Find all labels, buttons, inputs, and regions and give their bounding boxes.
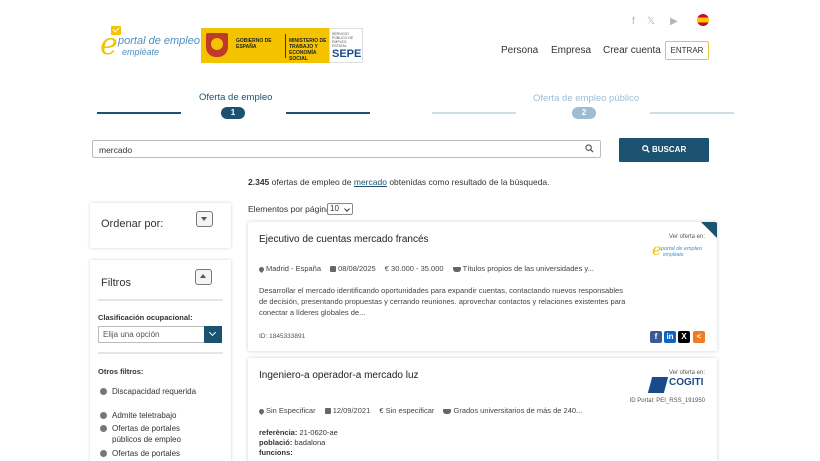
location-pin-icon (257, 407, 266, 416)
location-pin-icon (257, 265, 266, 274)
offer-detail-line: referència: 21-0620-ae (259, 428, 338, 437)
keyword-link[interactable]: mercado (354, 177, 387, 187)
calendar-icon (324, 408, 331, 414)
portal-empleo-logo[interactable]: e portal de empleo empléate (100, 26, 200, 62)
cogiti-logo[interactable]: COGITI (647, 377, 706, 395)
search-input[interactable] (99, 143, 569, 156)
ver-oferta-label: Ver oferta en: (668, 370, 705, 376)
chevron-down-icon (204, 326, 222, 343)
other-filters-label: Otros filtros: (98, 367, 144, 376)
offer-id: ID: 1845333891 (259, 333, 306, 340)
gov-logo-text: GOBIERNO DE ESPAÑA (236, 38, 272, 50)
sepe-logo-small-text: SERVICIO PÚBLICO DE EMPLEO ESTATAL (332, 32, 354, 48)
portal-id: ID Portal: PEI_RSS_191950 (629, 398, 705, 404)
offer-meta: Sin Especificar 12/09/2021 € Sin especif… (257, 406, 582, 416)
filter-portales[interactable]: Ofertas de portales (100, 448, 210, 459)
facebook-icon[interactable]: f (632, 16, 635, 27)
per-page-label: Elementos por página (248, 204, 331, 214)
youtube-icon[interactable]: ▶ (670, 16, 678, 27)
result-count: 2.345 (248, 177, 270, 187)
offer-title[interactable]: Ejecutivo de cuentas mercado francés (259, 234, 429, 245)
logo-title: portal de empleo (118, 35, 200, 47)
sort-title: Ordenar por: (101, 218, 164, 230)
coat-of-arms-icon (206, 33, 228, 57)
filter-discapacidad[interactable]: Discapacidad requerida (100, 386, 210, 397)
spain-flag-icon[interactable] (697, 14, 709, 26)
radio-icon (100, 425, 107, 432)
site-header: e portal de empleo empléate GOBIERNO DE … (0, 0, 820, 82)
tab-number-badge: 2 (572, 107, 596, 119)
nav-persona[interactable]: Persona (501, 45, 538, 56)
nav-crear-cuenta[interactable]: Crear cuenta (603, 45, 661, 56)
filter-portales-publicos[interactable]: Ofertas de portales públicos de empleo (100, 423, 210, 445)
classification-select[interactable]: Elija una opción (98, 326, 222, 343)
ministry-logo-text: MINISTERIO DE TRABAJO Y ECONOMÍA SOCIAL (289, 38, 327, 62)
logo-subtitle: empléate (122, 47, 160, 57)
sepe-logo[interactable]: SERVICIO PÚBLICO DE EMPLEO ESTATAL SEPE (329, 28, 363, 63)
graduation-cap-icon (452, 267, 461, 272)
tab-label: Oferta de empleo público (533, 93, 640, 104)
tab-label: Oferta de empleo (199, 92, 273, 103)
classification-label: Clasificación ocupacional: (98, 313, 193, 322)
per-page-select[interactable]: 10 (327, 203, 353, 215)
offer-meta: Madrid - España 08/08/2025 € 30.000 - 35… (257, 264, 594, 274)
radio-icon (100, 450, 107, 457)
radio-icon (100, 412, 107, 419)
classification-placeholder: Elija una opción (103, 330, 160, 339)
offer-description: Desarrollar el mercado identificando opo… (259, 286, 626, 317)
search-box (92, 140, 601, 158)
cogiti-emblem-icon (647, 377, 669, 393)
logo-letter: e (100, 27, 118, 62)
filters-panel: Filtros Clasificación ocupacional: Elija… (90, 260, 231, 461)
buscar-button[interactable]: BUSCAR (619, 138, 709, 162)
offer-card[interactable]: Ingeniero-a operador-a mercado luz Sin E… (248, 358, 717, 461)
sepe-logo-text: SEPE (332, 48, 362, 60)
result-summary: 2.345 ofertas de empleo de mercado obten… (248, 177, 550, 187)
filters-toggle-button[interactable] (195, 269, 212, 285)
sort-toggle-button[interactable] (196, 211, 213, 227)
search-icon (641, 145, 650, 153)
x-twitter-icon[interactable]: 𝕏 (647, 16, 655, 27)
x-share-icon[interactable]: X (678, 331, 690, 343)
source-portal-logo[interactable]: e portal de empleo empléate (652, 240, 708, 260)
facebook-share-icon[interactable]: f (650, 331, 662, 343)
search-icon[interactable] (585, 144, 594, 153)
tab-number-badge: 1 (221, 107, 245, 119)
graduation-cap-icon (443, 409, 452, 414)
filter-teletrabajo[interactable]: Admite teletrabajo (100, 410, 210, 421)
linkedin-share-icon[interactable]: in (664, 331, 676, 343)
radio-icon (100, 388, 107, 395)
entrar-button[interactable]: ENTRAR (665, 41, 709, 60)
offer-title[interactable]: Ingeniero-a operador-a mercado luz (259, 370, 419, 381)
gobierno-logo[interactable]: GOBIERNO DE ESPAÑA MINISTERIO DE TRABAJO… (201, 28, 329, 63)
offer-detail-line: població: badalona (259, 438, 326, 447)
buscar-label: BUSCAR (652, 145, 687, 154)
chevron-up-icon (200, 274, 206, 278)
offer-card[interactable]: Ejecutivo de cuentas mercado francés Mad… (248, 222, 717, 351)
nav-empresa[interactable]: Empresa (551, 45, 591, 56)
filters-title: Filtros (101, 277, 131, 289)
offer-detail-line: funcions: (259, 448, 293, 457)
calendar-icon (330, 266, 337, 272)
sort-panel: Ordenar por: (90, 203, 231, 248)
share-icon[interactable]: < (693, 331, 705, 343)
chevron-down-icon (201, 217, 207, 221)
